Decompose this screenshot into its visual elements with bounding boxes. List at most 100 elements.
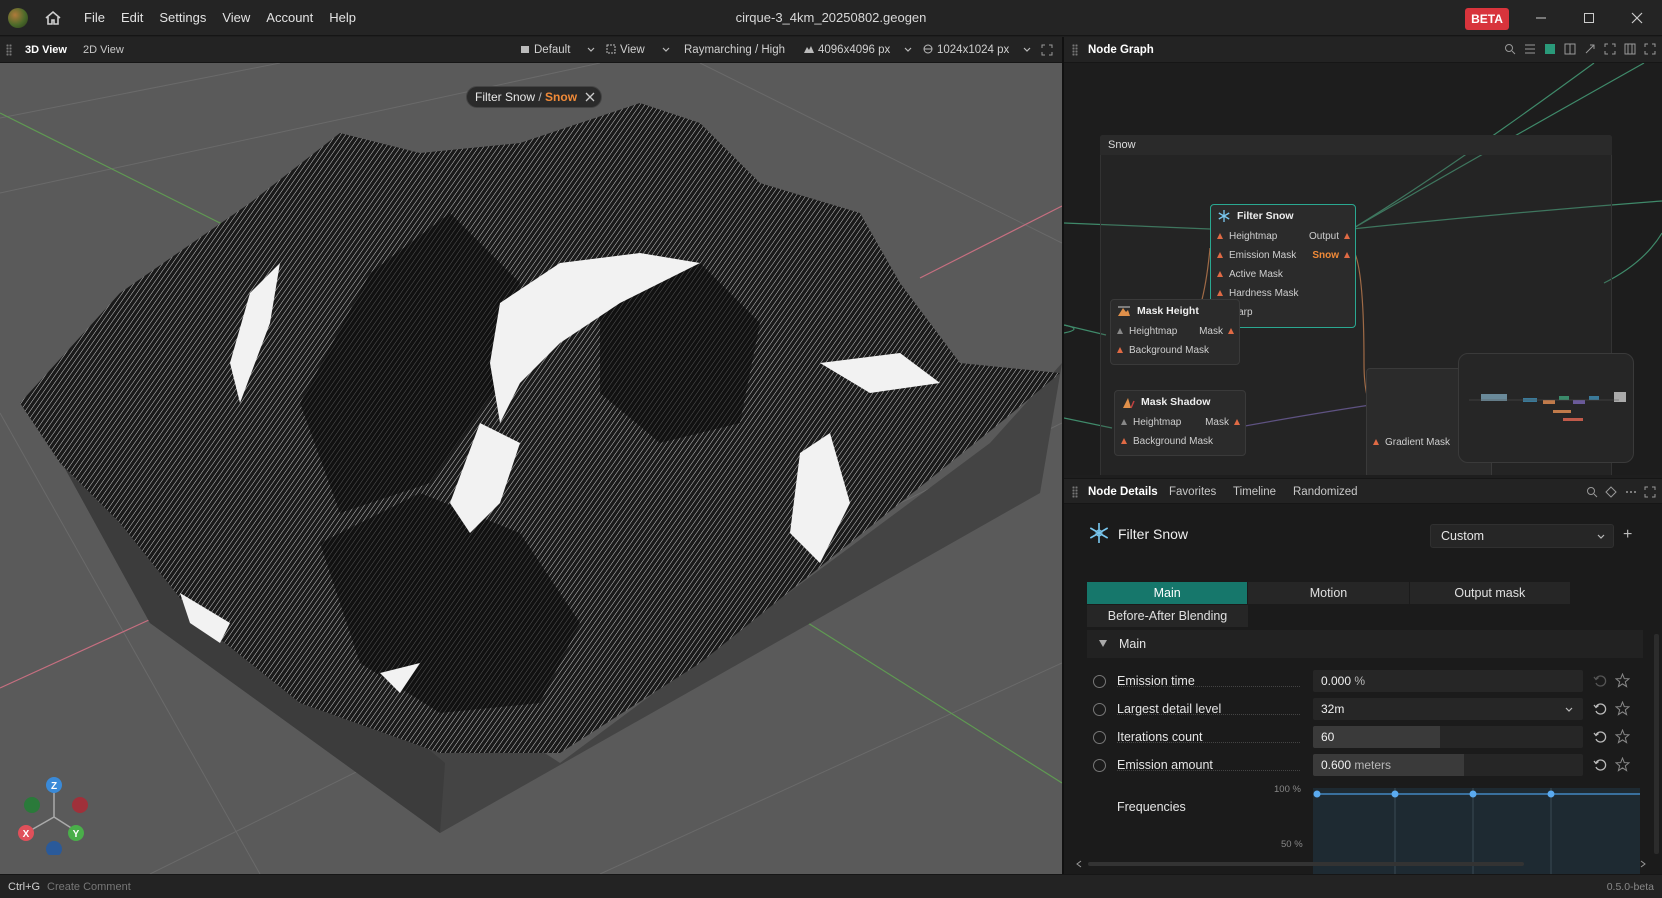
drag-handle-icon[interactable]	[6, 44, 12, 56]
star-icon[interactable]	[1615, 701, 1630, 716]
curve-point[interactable]	[1391, 790, 1399, 798]
minimize-icon	[1536, 17, 1546, 19]
node-port[interactable]: Heightmap Mask	[1111, 322, 1239, 341]
camera-preset-select[interactable]: Default	[520, 37, 570, 63]
grid-icon[interactable]	[1624, 43, 1636, 55]
drag-handle-icon[interactable]	[1072, 486, 1078, 498]
add-preset-button[interactable]: +	[1623, 526, 1632, 544]
port-label: Gradient Mask	[1385, 437, 1451, 448]
minimize-button[interactable]	[1518, 0, 1564, 36]
reset-icon[interactable]	[1593, 674, 1607, 688]
tab-3d-view[interactable]: 3D View	[25, 37, 67, 63]
port-label: Background Mask	[1129, 345, 1210, 356]
collapse-icon[interactable]	[1584, 43, 1596, 55]
reset-icon[interactable]	[1593, 702, 1607, 716]
close-button[interactable]	[1614, 0, 1660, 36]
param-tab-before-after-blending[interactable]: Before-After Blending	[1087, 605, 1248, 627]
node-port[interactable]: Emission Mask Snow	[1211, 246, 1355, 265]
star-icon[interactable]	[1615, 729, 1630, 744]
param-tab-main[interactable]: Main	[1087, 582, 1249, 604]
fullscreen-icon[interactable]	[1644, 486, 1656, 498]
node-mask-height[interactable]: Mask Height Heightmap Mask Background Mas…	[1110, 299, 1240, 365]
chevron-down-icon[interactable]	[904, 46, 912, 54]
menu-help[interactable]: Help	[321, 0, 364, 36]
maximize-button[interactable]	[1566, 0, 1612, 36]
chevron-down-icon[interactable]	[587, 46, 595, 54]
param-value-number: 0.600	[1321, 758, 1352, 772]
close-icon[interactable]	[585, 92, 595, 102]
param-label: Emission time	[1117, 674, 1195, 688]
layout-icon[interactable]	[1564, 43, 1576, 55]
preview-resolution-select[interactable]: 1024x1024 px	[923, 37, 1009, 63]
reset-icon[interactable]	[1593, 730, 1607, 744]
menu-view[interactable]: View	[214, 0, 258, 36]
param-radio[interactable]	[1093, 703, 1106, 716]
section-main[interactable]: Main	[1087, 630, 1643, 658]
param-dropdown[interactable]: 32m	[1313, 698, 1583, 720]
star-icon[interactable]	[1615, 757, 1630, 772]
fit-view-icon[interactable]	[1604, 43, 1616, 55]
menu-account[interactable]: Account	[258, 0, 321, 36]
curve-point[interactable]	[1469, 790, 1477, 798]
home-icon[interactable]	[44, 10, 62, 26]
horizontal-scrollbar[interactable]	[1076, 860, 1646, 868]
node-graph-canvas[interactable]: Snow Filter Snow Heightmap Output Emissio…	[1064, 63, 1662, 475]
menu-edit[interactable]: Edit	[113, 0, 151, 36]
list-icon[interactable]	[1524, 43, 1536, 55]
tab-randomized[interactable]: Randomized	[1293, 479, 1358, 505]
tab-node-details[interactable]: Node Details	[1088, 479, 1158, 505]
view-options-select[interactable]: View	[606, 37, 645, 63]
tab-timeline[interactable]: Timeline	[1233, 479, 1276, 505]
vertical-scrollbar[interactable]	[1654, 634, 1659, 854]
status-bar: Ctrl+G Create Comment 0.5.0-beta	[0, 874, 1662, 898]
chevron-down-icon[interactable]	[662, 46, 670, 54]
node-graph-minimap[interactable]	[1458, 353, 1634, 463]
param-slider[interactable]: 60	[1313, 726, 1583, 748]
node-port[interactable]: Heightmap Output	[1211, 227, 1355, 246]
chevron-left-icon[interactable]	[1076, 860, 1082, 868]
chevron-down-icon[interactable]	[1023, 46, 1031, 54]
fullscreen-icon[interactable]	[1644, 43, 1656, 55]
star-icon[interactable]	[1615, 673, 1630, 688]
close-icon	[1631, 12, 1643, 24]
node-port[interactable]: Background Mask	[1115, 432, 1245, 451]
beta-badge[interactable]: BETA	[1465, 8, 1509, 30]
menu-file[interactable]: File	[76, 0, 113, 36]
image-toggle-icon[interactable]	[1544, 43, 1556, 55]
param-tab-output-mask[interactable]: Output mask	[1409, 582, 1571, 604]
node-port[interactable]: Heightmap Mask	[1115, 413, 1245, 432]
drag-handle-icon[interactable]	[1072, 44, 1078, 56]
param-radio[interactable]	[1093, 731, 1106, 744]
node-mask-shadow[interactable]: Mask Shadow Heightmap Mask Background Mas…	[1114, 390, 1246, 456]
fullscreen-icon[interactable]	[1041, 44, 1053, 56]
shortcut-hint: Create Comment	[47, 881, 131, 893]
tab-2d-view[interactable]: 2D View	[83, 37, 124, 63]
curve-point[interactable]	[1313, 790, 1321, 798]
param-radio[interactable]	[1093, 759, 1106, 772]
preset-select[interactable]: Custom	[1430, 524, 1614, 548]
node-port[interactable]: Background Mask	[1111, 341, 1239, 360]
node-graph-title[interactable]: Node Graph	[1088, 37, 1154, 63]
reset-icon[interactable]	[1593, 758, 1607, 772]
param-tab-motion[interactable]: Motion	[1248, 582, 1410, 604]
param-radio[interactable]	[1093, 675, 1106, 688]
chevron-right-icon[interactable]	[1640, 860, 1646, 868]
scrollbar-thumb[interactable]	[1088, 862, 1524, 866]
render-mode-select[interactable]: Raymarching / High	[684, 37, 785, 63]
menu-settings[interactable]: Settings	[151, 0, 214, 36]
port-label: Heightmap	[1229, 231, 1278, 242]
curve-point[interactable]	[1547, 790, 1555, 798]
axis-gizmo[interactable]: Z X Y	[14, 775, 94, 855]
search-icon[interactable]	[1586, 486, 1598, 498]
node-group-header[interactable]: Snow	[1100, 135, 1612, 155]
3d-viewport[interactable]: Filter Snow / Snow Z X Y	[0, 63, 1062, 874]
node-port[interactable]: Active Mask	[1211, 265, 1355, 284]
param-slider[interactable]: 0.000 %	[1313, 670, 1583, 692]
param-slider[interactable]: 0.600 meters	[1313, 754, 1583, 776]
tab-favorites[interactable]: Favorites	[1169, 479, 1216, 505]
resolution-select[interactable]: 4096x4096 px	[804, 37, 890, 63]
diamond-icon[interactable]	[1605, 486, 1617, 498]
breadcrumb[interactable]: Filter Snow / Snow	[466, 86, 603, 108]
search-icon[interactable]	[1504, 43, 1516, 55]
more-icon[interactable]	[1625, 486, 1637, 498]
